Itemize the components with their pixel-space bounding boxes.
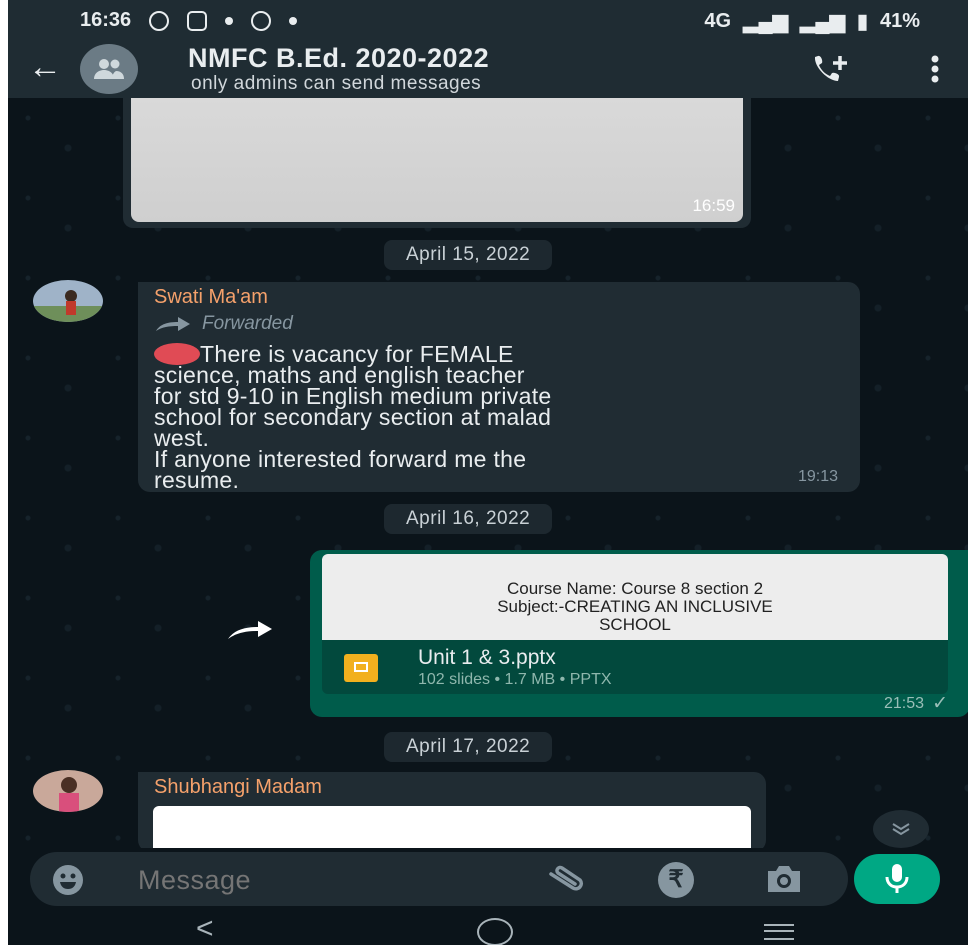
more-vert-icon[interactable] xyxy=(930,54,940,89)
message-line: If anyone interested forward me the xyxy=(154,446,527,472)
message-time: 19:13 xyxy=(797,468,838,485)
message-line: school for secondary section at malad xyxy=(154,404,552,430)
document-name[interactable]: Unit 1 & 3.pptx xyxy=(418,646,556,670)
pptx-file-icon xyxy=(344,654,378,682)
status-bar: 16:36 4G ▂▄▆ ▂▄▆ ▮ 41% xyxy=(8,0,968,40)
battery-level: 41% xyxy=(879,10,920,32)
chat-header[interactable]: ← NMFC B.Ed. 2020-2022 only admins can s… xyxy=(8,40,968,98)
mic-icon xyxy=(885,864,909,893)
forwarded-label: Forwarded xyxy=(154,313,860,335)
image-message[interactable]: 16:59 xyxy=(123,98,751,228)
date-chip: April 16, 2022 xyxy=(384,504,553,534)
notification-dot-icon xyxy=(225,16,234,25)
image-thumbnail[interactable] xyxy=(153,806,751,848)
whatsapp-notification-icon xyxy=(149,10,170,31)
sent-check-icon: ✓ xyxy=(932,693,948,714)
sender-name[interactable]: Shubhangi Madam xyxy=(138,772,766,799)
date-chip: April 17, 2022 xyxy=(384,732,553,762)
document-attachment[interactable]: Unit 1 & 3.pptx 102 slides • 1.7 MB • PP… xyxy=(322,640,948,694)
preview-line: SCHOOL xyxy=(599,615,671,634)
message-bubble-outgoing[interactable]: Course Name: Course 8 section 2 Subject:… xyxy=(310,550,968,717)
nav-back-button[interactable]: < xyxy=(196,912,214,945)
sender-avatar[interactable] xyxy=(33,770,103,812)
network-type: 4G xyxy=(704,10,732,32)
scroll-down-button[interactable] xyxy=(873,810,929,848)
preview-line: Course Name: Course 8 section 2 xyxy=(506,579,764,598)
nav-home-button[interactable] xyxy=(477,918,513,945)
nav-recents-button[interactable] xyxy=(764,924,794,940)
camera-icon[interactable] xyxy=(765,864,803,899)
payment-rupee-icon[interactable]: ₹ xyxy=(658,862,694,898)
message-time: 21:53 xyxy=(883,695,924,712)
message-line: resume. xyxy=(154,467,240,493)
signal-icon: ▂▄▆ xyxy=(743,11,789,33)
attach-clip-icon[interactable] xyxy=(545,864,589,899)
message-composer: ₹ xyxy=(8,848,968,910)
image-thumbnail[interactable] xyxy=(131,98,743,222)
share-forward-icon[interactable] xyxy=(226,618,276,645)
group-avatar-icon[interactable] xyxy=(80,44,138,94)
system-navigation-bar: < xyxy=(8,910,968,945)
back-arrow-icon[interactable]: ← xyxy=(28,50,62,84)
double-chevron-down-icon xyxy=(892,823,910,836)
battery-icon: ▮ xyxy=(856,11,868,33)
status-time: 16:36 xyxy=(80,9,132,31)
sender-name[interactable]: Swati Ma'am xyxy=(154,286,860,309)
date-chip: April 15, 2022 xyxy=(384,240,553,270)
signal-icon-2: ▂▄▆ xyxy=(800,11,845,33)
emoji-icon[interactable] xyxy=(52,864,84,901)
instagram-notification-icon xyxy=(187,10,208,31)
document-meta: 102 slides • 1.7 MB • PPTX xyxy=(418,671,612,688)
message-input-container[interactable]: ₹ xyxy=(30,852,848,906)
group-title[interactable]: NMFC B.Ed. 2020-2022 xyxy=(188,43,489,74)
message-time: 16:59 xyxy=(692,196,735,215)
message-input[interactable] xyxy=(136,864,520,897)
sender-avatar[interactable] xyxy=(33,280,103,322)
add-call-icon[interactable] xyxy=(812,52,852,91)
message-bubble-incoming[interactable]: Shubhangi Madam xyxy=(138,772,766,848)
group-subtitle: only admins can send messages xyxy=(191,73,482,94)
message-text: There is vacancy for FEMALE science, mat… xyxy=(154,343,860,493)
forward-icon xyxy=(156,317,190,331)
chat-area[interactable]: 16:59 April 15, 2022 Swati Ma'am Forward… xyxy=(8,98,968,848)
preview-line: Subject:-CREATING AN INCLUSIVE xyxy=(497,597,773,616)
app-notification-icon xyxy=(251,10,272,31)
mic-button[interactable] xyxy=(854,854,940,904)
phone-screen: 16:36 4G ▂▄▆ ▂▄▆ ▮ 41% ← NMFC B.Ed. 2020… xyxy=(8,0,968,945)
message-bubble-incoming[interactable]: Swati Ma'am Forwarded There is vacancy f… xyxy=(138,282,860,492)
document-preview[interactable]: Course Name: Course 8 section 2 Subject:… xyxy=(322,554,948,640)
forwarded-text: Forwarded xyxy=(202,313,293,334)
more-notifications-icon xyxy=(289,16,298,25)
